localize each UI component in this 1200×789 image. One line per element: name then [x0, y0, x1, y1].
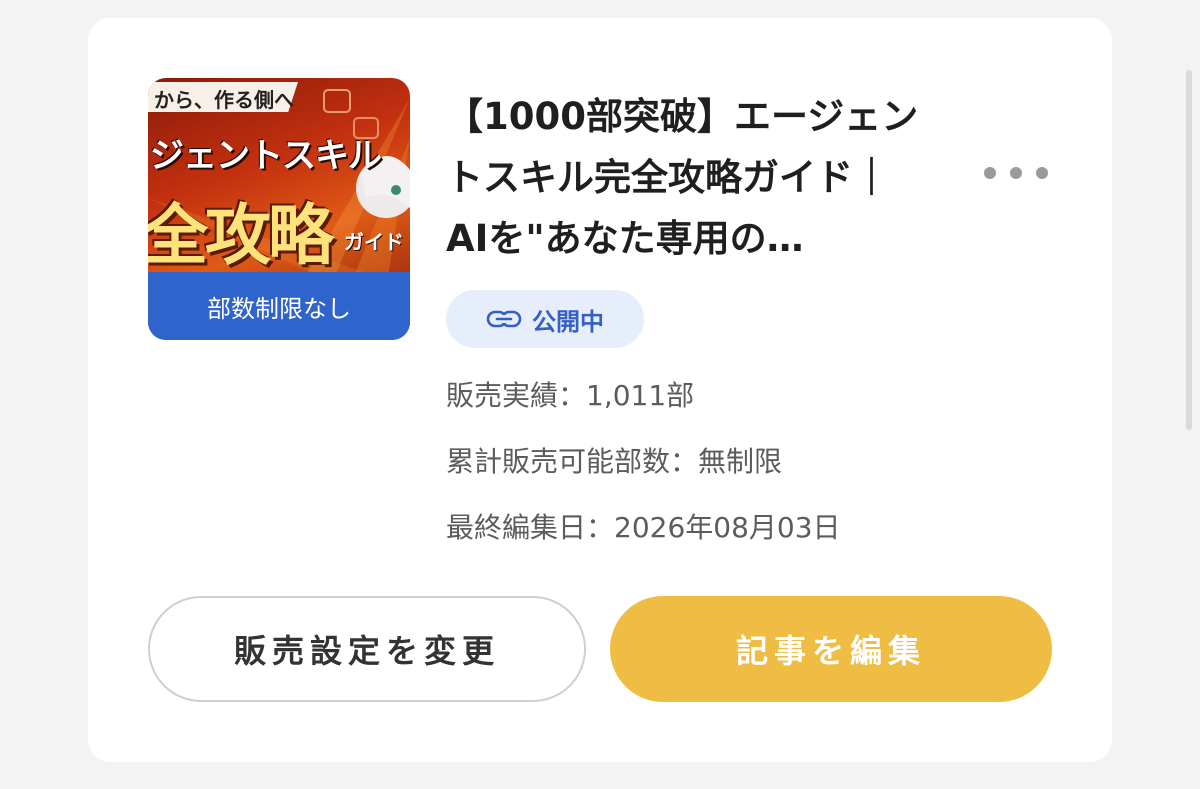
status-label: 公開中 — [532, 307, 604, 336]
thumbnail-line3: ガイド — [344, 230, 404, 254]
edit-article-button[interactable]: 記事を編集 — [610, 596, 1052, 702]
status-badge: 公開中 — [446, 290, 644, 348]
scrollbar[interactable] — [1186, 70, 1192, 430]
article-title[interactable]: 【1000部突破】エージェントスキル完全攻略ガイド｜AIを"あなた専用の… — [446, 86, 926, 269]
article-card: から、作る側へ ジェントスキル 全攻略 ガイド 部数制限なし 【1000部突破】… — [88, 18, 1112, 762]
more-dot-icon — [984, 167, 996, 179]
sales-limit: 累計販売可能部数：無制限 — [446, 445, 783, 478]
change-sales-settings-button[interactable]: 販売設定を変更 — [148, 596, 586, 702]
more-options-button[interactable] — [984, 166, 1048, 180]
more-dot-icon — [1036, 167, 1048, 179]
more-dot-icon — [1010, 167, 1022, 179]
sales-count: 販売実績：1,011部 — [446, 379, 695, 412]
link-icon — [486, 310, 522, 328]
thumbnail-line2: 全攻略 — [148, 197, 334, 274]
article-thumbnail[interactable]: から、作る側へ ジェントスキル 全攻略 ガイド 部数制限なし — [148, 78, 410, 340]
thumbnail-line1: ジェントスキル — [150, 136, 382, 176]
thumbnail-top-text: から、作る側へ — [154, 88, 294, 112]
thumbnail-bar-text: 部数制限なし — [207, 295, 351, 323]
last-edited-date: 最終編集日：2026年08月03日 — [446, 511, 841, 544]
